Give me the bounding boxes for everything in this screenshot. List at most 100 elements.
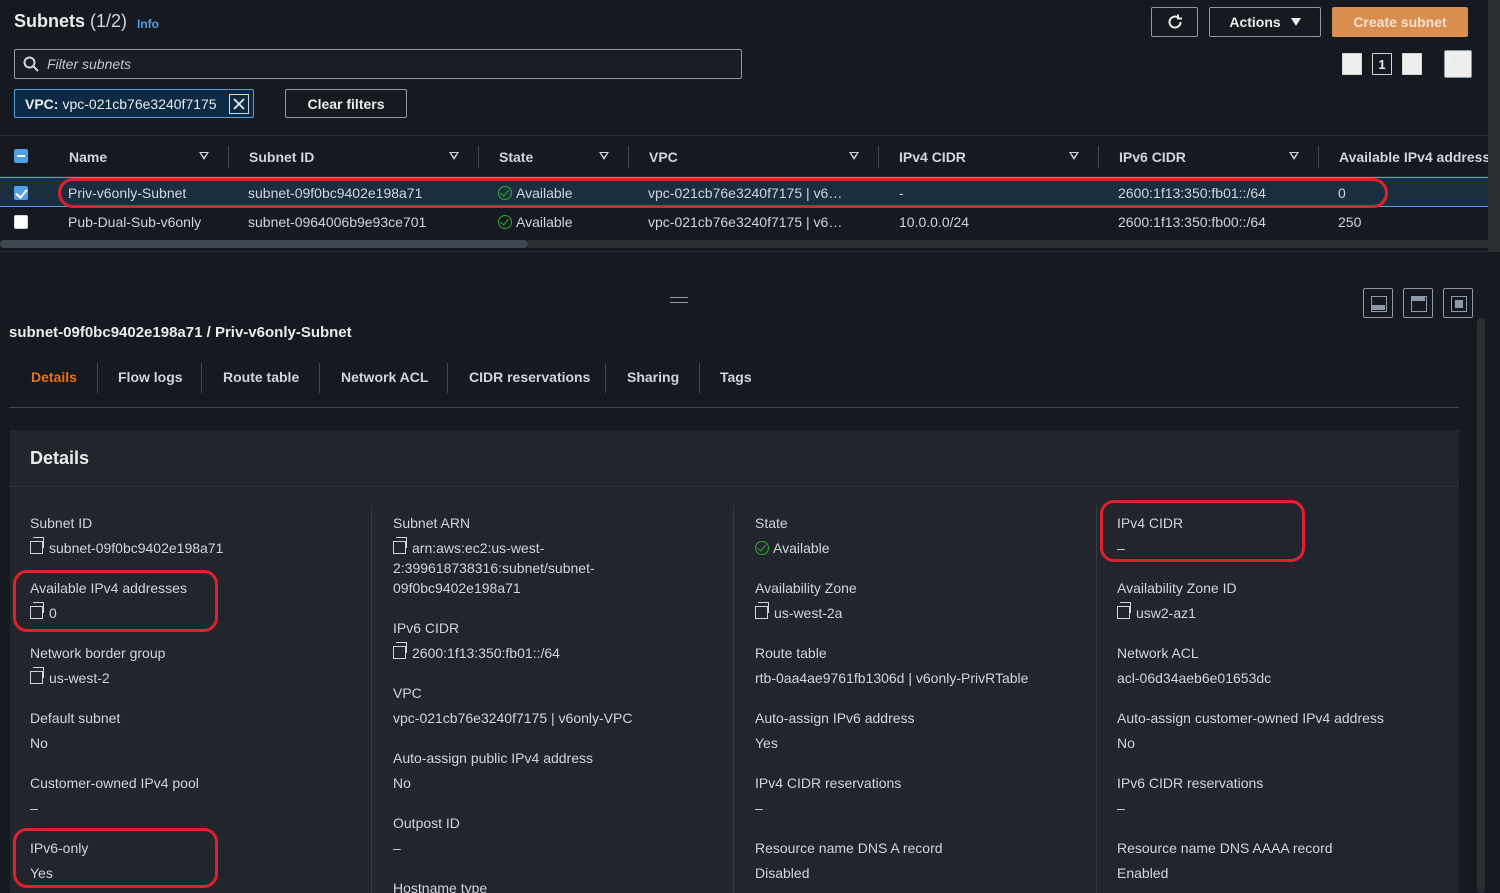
table-row[interactable]: Pub-Dual-Sub-v6only subnet-0964006b9e93c… [0,207,1488,237]
column-state[interactable]: State [499,149,533,165]
field-label: IPv6 CIDR reservations [1117,775,1264,791]
field-label: Resource name DNS AAAA record [1117,840,1333,856]
field-label: Resource name DNS A record [755,840,943,856]
row-checkbox[interactable] [14,215,28,229]
token-key: VPC: [25,95,59,112]
panel-bottom-icon[interactable] [1363,288,1393,318]
chevron-right-icon [1408,57,1417,71]
horizontal-scrollbar[interactable] [0,237,1488,251]
field-label: Network border group [30,645,166,661]
field-label: Subnet ARN [393,515,471,531]
column-name[interactable]: Name [69,149,107,165]
field-value: Disabled [755,865,810,881]
filter-subnets-input[interactable] [47,56,727,72]
tab-sharing[interactable]: Sharing [627,369,679,385]
current-page[interactable]: 1 [1372,53,1392,75]
selection-count: (1/2) [90,11,128,31]
row-highlight-annotation [58,178,1388,208]
field-value: Yes [755,735,778,751]
clear-filters-button[interactable]: Clear filters [285,89,407,118]
field-value[interactable]: usw2-az1 [1117,602,1196,623]
field-label: Customer-owned IPv4 pool [30,775,199,791]
field-label: Subnet ID [30,515,93,531]
field-value: No [1117,735,1135,751]
select-all-checkbox[interactable] [14,149,28,163]
field-value[interactable]: vpc-021cb76e3240f7175 | v6only-VPC [393,708,632,728]
token-value: vpc-021cb76e3240f7175 [62,95,217,112]
page-title: Subnets (1/2) [14,11,128,31]
info-link[interactable]: Info [137,17,159,31]
field-value[interactable]: subnet-09f0bc9402e198a71 [30,537,223,558]
column-subnet-id[interactable]: Subnet ID [249,149,314,165]
actions-label: Actions [1229,14,1281,30]
copy-icon[interactable] [393,642,407,659]
gear-icon [1450,56,1466,72]
field-label: Default subnet [30,710,121,726]
preferences-button[interactable] [1444,50,1472,78]
copy-icon[interactable] [1117,602,1131,619]
search-icon [23,56,39,72]
tab-tags[interactable]: Tags [720,369,752,385]
field-value: No [30,735,48,751]
panel-fullscreen-icon[interactable] [1443,288,1473,318]
field-value[interactable]: 2600:1f13:350:fb01::/64 [393,642,560,663]
field-value-cont: 09f0bc9402e198a71 [393,580,521,596]
field-label: Network ACL [1117,645,1199,661]
field-label: Outpost ID [393,815,460,831]
resize-handle[interactable] [670,297,688,303]
tab-flow-logs[interactable]: Flow logs [118,369,183,385]
tab-details[interactable]: Details [31,369,77,385]
field-label: IPv4 CIDR reservations [755,775,902,791]
refresh-button[interactable] [1151,7,1198,37]
sort-icon[interactable] [1289,152,1299,160]
field-value: Available [755,538,830,558]
panel-side-icon[interactable] [1403,288,1433,318]
column-available-ipv4[interactable]: Available IPv4 address [1339,149,1488,165]
table-header: Name Subnet ID State VPC IPv4 CIDR IPv6 … [0,135,1488,177]
filter-box[interactable] [14,49,742,79]
field-value: – [393,840,401,856]
copy-icon[interactable] [755,602,769,619]
highlight-ipv4-cidr [1100,500,1305,562]
cell-vpc[interactable]: vpc-021cb76e3240f7175 | v6… [648,214,842,230]
field-value[interactable]: acl-06d34aeb6e01653dc [1117,668,1271,688]
vpc-filter-token: VPC: vpc-021cb76e3240f7175 [14,89,254,118]
sort-icon[interactable] [1069,152,1079,160]
table-vertical-scrollbar[interactable] [1488,0,1500,251]
copy-icon[interactable] [30,537,44,554]
field-value[interactable]: rtb-0aa4ae9761fb1306d | v6only-PrivRTabl… [755,668,1028,688]
tab-network-acl[interactable]: Network ACL [341,369,428,385]
field-value[interactable]: us-west-2a [755,602,842,623]
highlight-ipv6-only [13,828,218,888]
field-value[interactable]: arn:aws:ec2:us-west- [393,537,544,558]
cell-subnet-id[interactable]: subnet-0964006b9e93ce701 [248,214,426,230]
actions-dropdown[interactable]: Actions [1209,7,1321,37]
previous-page-button[interactable] [1342,53,1362,75]
remove-token-button[interactable] [229,94,249,114]
column-ipv6-cidr[interactable]: IPv6 CIDR [1119,149,1186,165]
details-vertical-scrollbar[interactable] [1474,318,1488,893]
sort-icon[interactable] [599,152,609,160]
copy-icon[interactable] [30,667,44,684]
check-circle-icon [755,541,769,555]
refresh-icon [1168,14,1182,29]
field-label: IPv6 CIDR [393,620,460,636]
field-label: State [755,515,788,531]
field-value[interactable]: us-west-2 [30,667,110,688]
field-label: Auto-assign IPv6 address [755,710,915,726]
sort-icon[interactable] [449,152,459,160]
field-value: No [393,775,411,791]
field-value: – [755,800,763,816]
field-label: Route table [755,645,827,661]
tab-route-table[interactable]: Route table [223,369,299,385]
next-page-button[interactable] [1402,53,1422,75]
row-checkbox[interactable] [14,186,28,200]
sort-icon[interactable] [849,152,859,160]
tab-cidr-reservations[interactable]: CIDR reservations [469,369,590,385]
sort-icon[interactable] [199,152,209,160]
copy-icon[interactable] [393,537,407,554]
create-subnet-button[interactable]: Create subnet [1332,7,1468,37]
column-vpc[interactable]: VPC [649,149,678,165]
cell-name: Pub-Dual-Sub-v6only [68,214,202,230]
column-ipv4-cidr[interactable]: IPv4 CIDR [899,149,966,165]
